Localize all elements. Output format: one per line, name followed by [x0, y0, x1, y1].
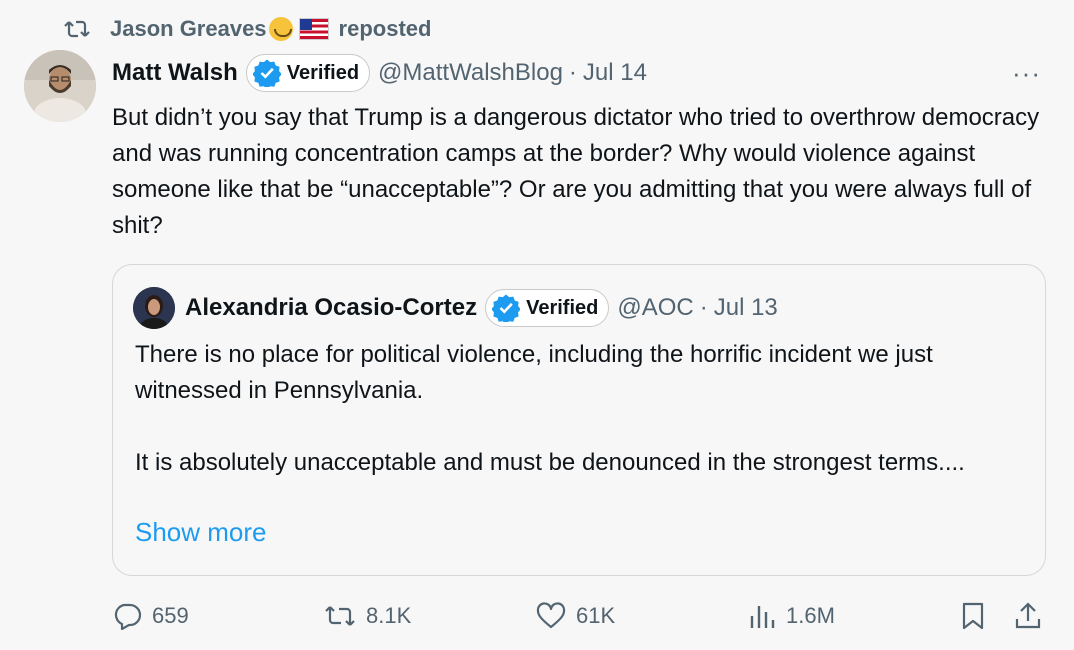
quoted-post-text: There is no place for political violence…	[135, 337, 1025, 481]
quoted-author-name: Alexandria Ocasio-Cortez	[185, 294, 478, 321]
separator-dot: ·	[568, 59, 577, 86]
like-count: 61K	[576, 603, 616, 628]
repost-user[interactable]: Jason Greaves	[110, 16, 267, 42]
views-icon	[750, 606, 775, 628]
quoted-post[interactable]: Alexandria Ocasio-Cortez Verified @AOC ·…	[112, 264, 1046, 576]
show-more-link[interactable]: Show more	[135, 517, 267, 548]
author-handle[interactable]: @MattWalshBlog	[378, 59, 563, 87]
upside-down-smile-emoji-icon	[268, 17, 293, 41]
us-flag-emoji-icon	[298, 18, 329, 40]
like-button[interactable]: 61K	[536, 598, 615, 634]
bookmark-icon	[962, 602, 984, 630]
reply-icon	[114, 603, 142, 630]
repost-label: reposted	[338, 16, 432, 41]
quoted-paragraph: It is absolutely unacceptable and must b…	[135, 449, 965, 476]
reply-count: 659	[152, 603, 189, 628]
repost-header: Jason Greaves reposted	[64, 14, 431, 44]
verified-label: Verified	[286, 61, 360, 84]
quoted-author-handle: @AOC	[617, 294, 694, 321]
action-bar: 659 8.1K 61K 1.6M	[0, 598, 1074, 634]
views-button[interactable]: 1.6M	[748, 598, 835, 634]
quoted-paragraph: There is no place for political violence…	[135, 341, 933, 404]
separator-dot: ·	[699, 294, 708, 321]
verified-check-icon	[492, 294, 521, 322]
repost-icon	[325, 606, 355, 626]
repost-button[interactable]: 8.1K	[324, 598, 411, 634]
post-date[interactable]: Jul 14	[583, 59, 647, 87]
author-avatar[interactable]	[24, 50, 96, 122]
views-count: 1.6M	[786, 603, 835, 628]
quoted-author-avatar	[133, 287, 175, 329]
share-icon	[1015, 602, 1041, 629]
share-button[interactable]	[1014, 598, 1052, 634]
repost-count: 8.1K	[366, 603, 412, 628]
author-name[interactable]: Matt Walsh	[112, 59, 238, 87]
verified-check-icon	[252, 59, 281, 87]
verified-label: Verified	[526, 296, 599, 319]
post-header: Matt Walsh Verified @MattWalshBlog · Jul…	[112, 54, 647, 92]
quoted-post-header: Alexandria Ocasio-Cortez Verified @AOC ·…	[133, 287, 778, 329]
more-options-icon[interactable]: ···	[1012, 58, 1041, 89]
repost-icon	[64, 20, 90, 38]
heart-icon	[536, 602, 566, 629]
quoted-post-date: Jul 13	[713, 294, 778, 321]
post-text: But didn’t you say that Trump is a dange…	[112, 104, 1040, 239]
reply-button[interactable]: 659	[112, 598, 189, 634]
verified-badge[interactable]: Verified	[245, 54, 371, 92]
quoted-verified-badge: Verified	[485, 289, 610, 327]
bookmark-button[interactable]	[960, 598, 996, 634]
